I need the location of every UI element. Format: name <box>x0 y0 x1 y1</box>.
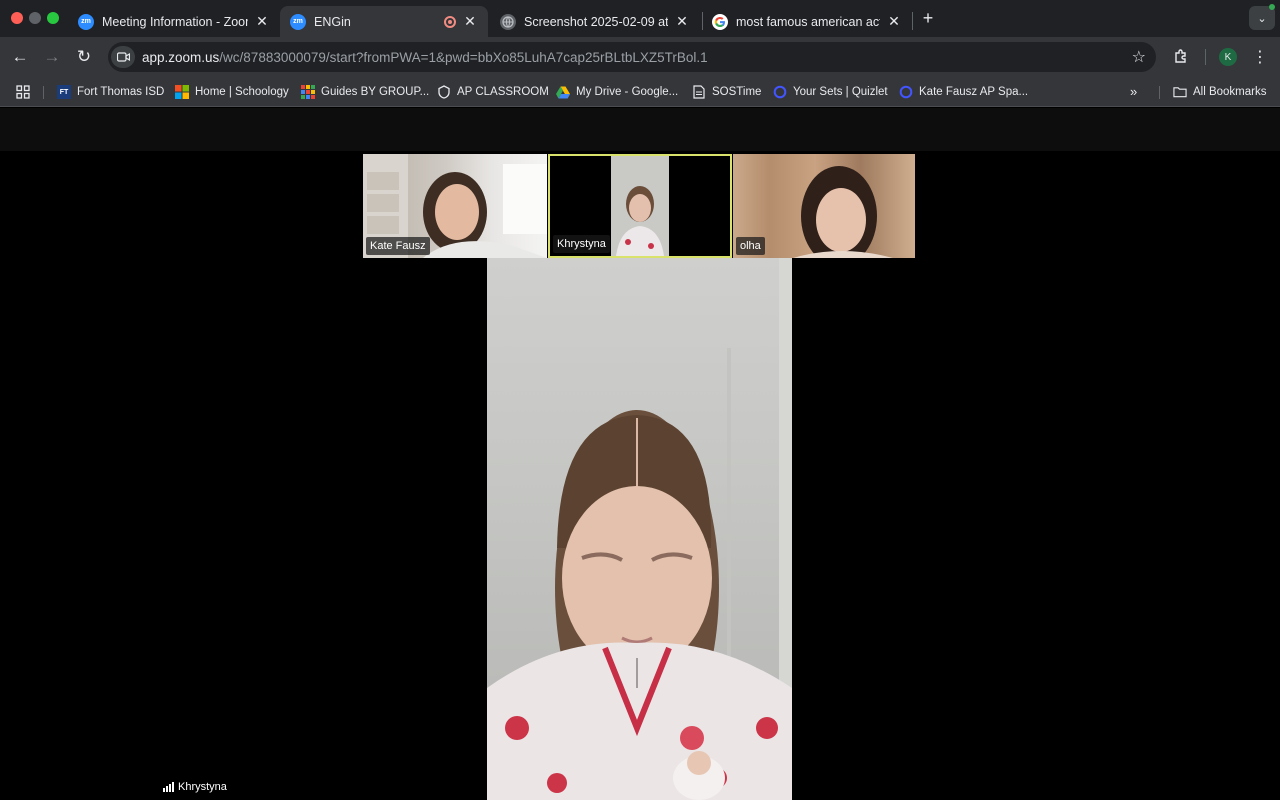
close-tab-icon[interactable]: ✕ <box>674 13 690 30</box>
bookmark-ap-classroom[interactable]: AP CLASSROOM <box>437 84 549 100</box>
ft-icon: FT <box>57 85 71 99</box>
tab-google-search[interactable]: most famous american actor ✕ <box>702 6 912 37</box>
apps-grid-icon[interactable] <box>16 85 30 99</box>
quizlet-icon <box>899 85 913 99</box>
all-bookmarks-button[interactable]: All Bookmarks <box>1173 84 1267 100</box>
ap-icon <box>437 85 451 99</box>
bookmark-kate-fausz-ap[interactable]: Kate Fausz AP Spa... <box>899 84 1028 100</box>
globe-icon <box>500 13 516 30</box>
bookmark-fort-thomas-isd[interactable]: FT Fort Thomas ISD <box>57 84 164 100</box>
signal-strength-icon <box>163 782 174 792</box>
zoom-icon: zm <box>78 13 94 30</box>
participant-name-label: olha <box>736 237 765 255</box>
speaker-video-frame <box>487 258 792 800</box>
close-tab-icon[interactable]: ✕ <box>462 13 478 30</box>
forward-arrow-icon: → <box>43 47 61 66</box>
bookmark-quizlet[interactable]: Your Sets | Quizlet <box>773 84 888 100</box>
url-text: app.zoom.us/wc/87883000079/start?fromPWA… <box>142 49 708 65</box>
bookmark-divider <box>1159 86 1160 99</box>
forward-button[interactable]: → <box>40 45 64 69</box>
participant-tile-khrystyna[interactable]: Khrystyna <box>548 154 732 258</box>
participant-name-label: Khrystyna <box>553 235 610 253</box>
meeting-stage: Kate Fausz Khrystyna olha Khrystyna <box>0 151 1280 800</box>
bookmark-sostime[interactable]: SOSTime <box>692 84 761 100</box>
back-button[interactable]: ← <box>8 45 32 69</box>
participant-name-label: Kate Fausz <box>366 237 430 255</box>
tab-strip: zm Meeting Information - Zoom ✕ zm ENGin… <box>0 0 1280 37</box>
minimize-window-button[interactable] <box>29 12 41 24</box>
bookmark-schoology[interactable]: Home | Schoology <box>175 84 289 100</box>
participant-tile-olha[interactable]: olha <box>733 154 915 258</box>
drive-icon <box>556 85 570 99</box>
close-tab-icon[interactable]: ✕ <box>886 13 902 30</box>
active-speaker-video[interactable] <box>487 258 792 800</box>
close-tab-icon[interactable]: ✕ <box>254 13 270 30</box>
bookmark-star-icon[interactable]: ☆ <box>1132 47 1146 67</box>
more-bookmarks-chevron-icon[interactable]: » <box>1130 84 1137 99</box>
doc-icon <box>692 85 706 99</box>
camera-site-icon[interactable] <box>111 46 135 68</box>
zoom-icon: zm <box>290 13 306 30</box>
bookmark-guides-by-group[interactable]: Guides BY GROUP... <box>301 84 429 100</box>
folder-icon <box>1173 85 1187 99</box>
bookmark-divider <box>43 86 44 99</box>
quizlet-icon <box>773 85 787 99</box>
fullscreen-window-button[interactable] <box>47 12 59 24</box>
guides-icon <box>301 85 315 99</box>
browser-toolbar: ← → ↻ app.zoom.us/wc/87883000079/start?f… <box>0 37 1280 77</box>
reload-icon: ↻ <box>76 47 92 66</box>
tab-screenshot[interactable]: Screenshot 2025-02-09 at 12 ✕ <box>490 6 700 37</box>
profile-avatar[interactable]: K <box>1219 48 1237 66</box>
tab-divider <box>912 12 913 30</box>
bookmarks-bar: FT Fort Thomas ISD Home | Schoology Guid… <box>0 77 1280 107</box>
bookmark-my-drive[interactable]: My Drive - Google... <box>556 84 678 100</box>
close-window-button[interactable] <box>11 12 23 24</box>
back-arrow-icon: ← <box>11 47 29 66</box>
tab-meeting-information[interactable]: zm Meeting Information - Zoom ✕ <box>68 6 280 37</box>
participant-tile-kate-fausz[interactable]: Kate Fausz <box>363 154 547 258</box>
reload-button[interactable]: ↻ <box>72 45 96 69</box>
active-speaker-indicator: Khrystyna <box>163 781 227 793</box>
extensions-puzzle-icon[interactable] <box>1170 46 1192 68</box>
new-tab-button[interactable]: + <box>918 8 938 28</box>
meeting-top-bar <box>0 108 1280 151</box>
tab-engin[interactable]: zm ENGin ✕ <box>280 6 488 37</box>
address-bar[interactable]: app.zoom.us/wc/87883000079/start?fromPWA… <box>108 42 1156 72</box>
google-icon <box>712 13 728 30</box>
update-indicator <box>1269 4 1275 10</box>
toolbar-divider <box>1205 49 1206 65</box>
microsoft-icon <box>175 85 189 99</box>
kebab-menu-icon[interactable]: ⋮ <box>1252 46 1268 68</box>
recording-icon <box>444 15 456 28</box>
